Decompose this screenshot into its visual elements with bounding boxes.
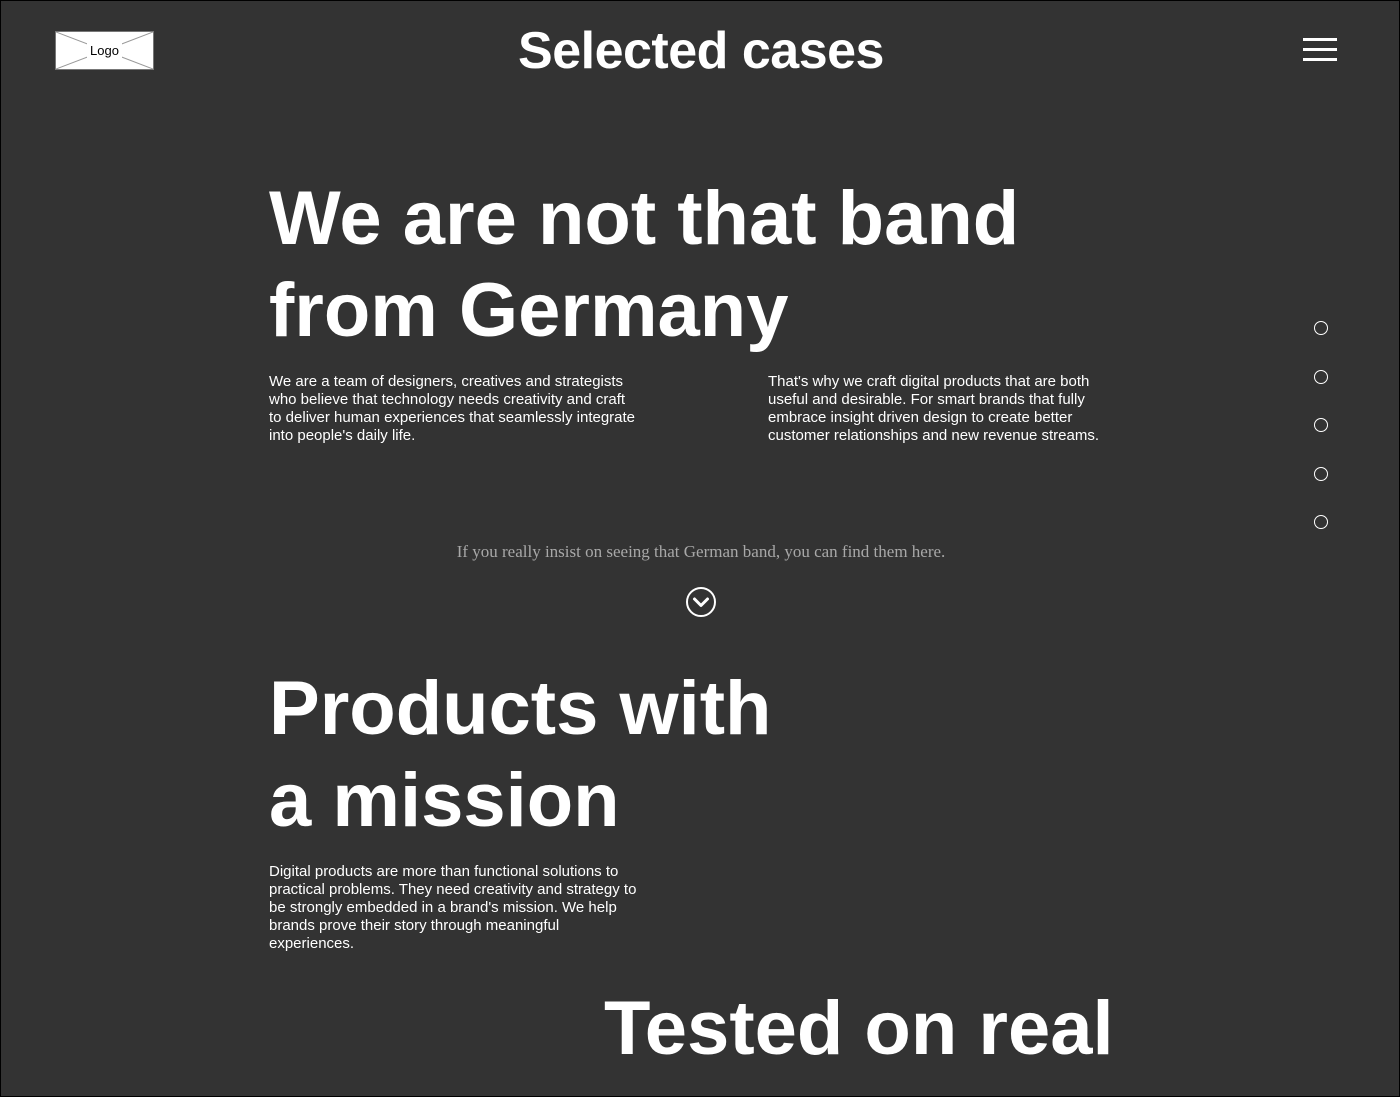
hero-heading: We are not that band from Germany — [269, 173, 1169, 357]
mission-heading-line1: Products with — [269, 666, 772, 751]
hero-paragraph-right: That's why we craft digital products tha… — [768, 373, 1099, 444]
mission-heading: Products with a mission — [269, 663, 969, 847]
mission-paragraph: Digital products are more than functiona… — [269, 863, 637, 952]
hero-heading-line1: We are not that band — [269, 176, 1020, 261]
tested-heading: Tested on real — [604, 983, 1304, 1075]
chevron-down-circle-icon[interactable] — [685, 586, 717, 618]
hero-paragraph-left: We are a team of designers, creatives an… — [269, 373, 636, 444]
mission-heading-line2: a mission — [269, 758, 620, 843]
section-dot-2[interactable] — [1314, 370, 1328, 384]
page: Logo Selected cases We are not that band… — [0, 0, 1400, 1097]
section-dot-4[interactable] — [1314, 467, 1328, 481]
tested-heading-line1: Tested on real — [604, 986, 1114, 1071]
german-band-hint[interactable]: If you really insist on seeing that Germ… — [1, 542, 1399, 562]
section-dot-3[interactable] — [1314, 418, 1328, 432]
hamburger-menu-icon[interactable] — [1303, 38, 1337, 62]
page-title: Selected cases — [518, 22, 884, 80]
section-dot-1[interactable] — [1314, 321, 1328, 335]
section-dot-5[interactable] — [1314, 515, 1328, 529]
hero-heading-line2: from Germany — [269, 268, 789, 353]
